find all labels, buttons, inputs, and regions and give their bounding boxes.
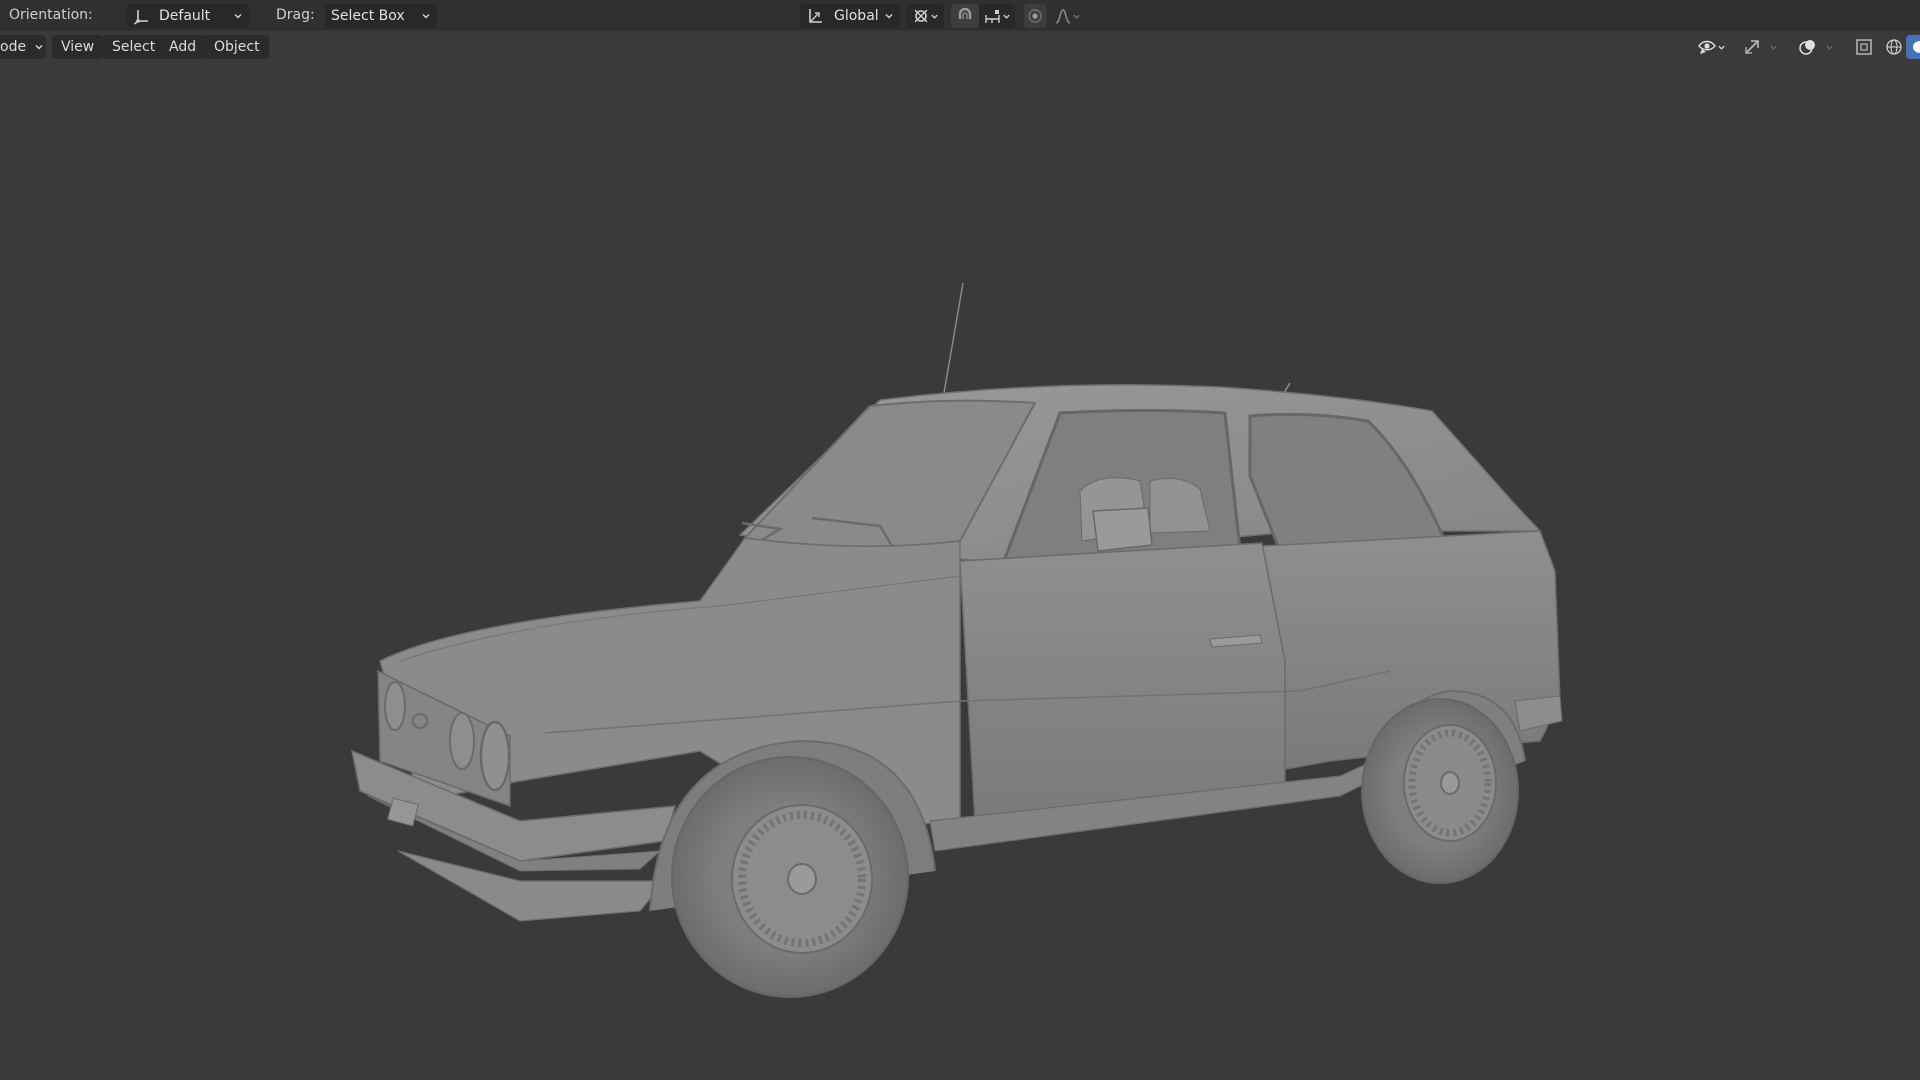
transform-orientation-value: Global [834,8,879,24]
orientation-value: Default [159,8,211,24]
snap-magnet-icon [958,7,972,19]
wireframe-shading-button[interactable] [1882,35,1906,59]
falloff-curve-icon [1055,9,1070,24]
transform-orientation-dropdown[interactable]: Global [800,4,900,28]
side-mirror [1092,507,1153,552]
chevron-down-icon [1072,14,1080,19]
proportional-editing-toggle[interactable] [1024,4,1046,28]
blender-window: Orientation: Default Drag: Select Box Gl… [0,0,1920,1080]
gizmo-dropdown[interactable] [1766,35,1780,59]
chevron-down-icon [1002,14,1010,19]
eye-visibility-icon [1697,40,1716,54]
proportional-editing-icon [1028,9,1042,23]
chevron-down-icon [1825,45,1833,50]
drag-dropdown[interactable]: Select Box [325,4,437,28]
solid-shading-icon [1913,41,1920,53]
chevron-down-icon [1769,45,1777,50]
orientation-label: Orientation: [9,7,93,23]
pivot-point-icon [914,9,927,23]
overlays-icon [1799,40,1815,55]
menu-view[interactable]: View [52,35,104,59]
3d-viewport[interactable] [0,61,1920,1080]
falloff-dropdown[interactable] [1049,4,1085,28]
chevron-down-icon [234,13,242,19]
headlight [449,712,475,770]
xray-toggle-icon [1856,39,1872,55]
gizmo-axes-icon [133,10,148,25]
rear-wheel [1361,698,1519,884]
overlays-toggle[interactable] [1796,35,1820,59]
solid-shading-button[interactable] [1906,35,1920,59]
menu-object[interactable]: Object [205,35,269,59]
chevron-down-icon [930,14,938,19]
snap-toggle[interactable] [951,4,979,28]
gizmo-toggle-icon [1745,40,1759,54]
xray-toggle[interactable] [1852,35,1876,59]
front-wheel [671,756,909,998]
chevron-down-icon [422,13,430,19]
mode-dropdown[interactable]: ode [0,35,46,59]
chevron-down-icon [1717,45,1725,50]
mode-label: ode [0,39,27,55]
pivot-point-dropdown[interactable] [906,4,944,28]
menu-select[interactable]: Select [103,35,165,59]
visibility-dropdown[interactable] [1692,35,1730,59]
drag-label: Drag: [276,7,315,23]
car-model[interactable] [0,61,1920,1080]
chevron-down-icon [885,13,893,19]
wireframe-shading-icon [1886,39,1902,55]
overlays-dropdown[interactable] [1822,35,1836,59]
menu-add[interactable]: Add [160,35,206,59]
orientation-dropdown[interactable]: Default [127,4,249,28]
gizmo-toggle[interactable] [1740,35,1764,59]
chevron-down-icon [35,44,43,50]
headlight [479,720,511,792]
snap-increment-icon [984,10,1000,23]
tool-settings-header: Orientation: Default Drag: Select Box Gl… [0,0,1920,31]
viewport-header: ode View Select Add Object [0,33,1920,61]
door-panel [959,542,1286,822]
drag-value: Select Box [331,8,405,24]
transform-axes-icon [809,9,822,23]
snap-target-dropdown[interactable] [979,4,1015,28]
